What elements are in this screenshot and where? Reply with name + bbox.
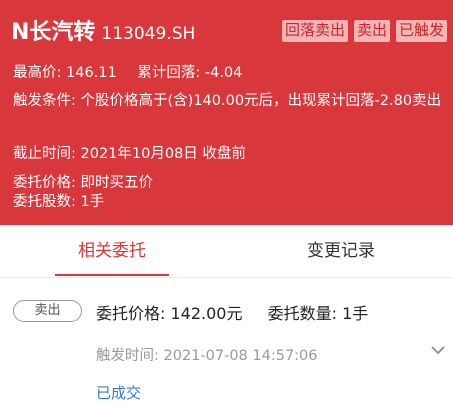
deadline: 截止时间: 2021年10月08日 收盘前 bbox=[13, 145, 246, 163]
title-row: N长汽转 113049.SH bbox=[11, 14, 195, 46]
trigger-time: 触发时间: 2021-07-08 14:57:06 bbox=[96, 344, 318, 365]
trigger-condition: 触发条件: 个股价格高于(含)140.00元后，出现累计回落-2.80卖出 bbox=[13, 92, 445, 111]
tab-related-orders[interactable]: 相关委托 bbox=[0, 225, 224, 277]
condition-text: 个股价格高于(含)140.00元后，出现累计回落-2.80卖出 bbox=[80, 93, 442, 109]
chevron-down-icon[interactable] bbox=[428, 342, 448, 358]
stock-code: 113049.SH bbox=[101, 24, 196, 44]
order-record[interactable]: 卖出 委托价格: 142.00元 委托数量: 1手 触发时间: 2021-07-… bbox=[0, 278, 453, 409]
tab-change-log[interactable]: 变更记录 bbox=[229, 225, 453, 277]
order-price: 委托价格: 即时买五价 bbox=[13, 174, 153, 192]
high-label: 最高价: bbox=[13, 65, 62, 81]
active-tab-indicator bbox=[55, 274, 169, 276]
tab-bar: 相关委托 变更记录 bbox=[0, 225, 453, 277]
order-qty: 委托股数: 1手 bbox=[13, 193, 104, 211]
status-tags: 回落卖出 卖出 已触发 bbox=[281, 20, 447, 42]
order-qty-value: 1手 bbox=[80, 194, 105, 210]
record-summary: 委托价格: 142.00元 委托数量: 1手 bbox=[96, 300, 368, 324]
fill-status-link[interactable]: 已成交 bbox=[96, 382, 141, 403]
stock-name: N长汽转 bbox=[11, 20, 96, 45]
side-badge: 卖出 bbox=[13, 300, 82, 322]
deadline-value: 2021年10月08日 收盘前 bbox=[80, 146, 246, 162]
tag-status: 已触发 bbox=[395, 20, 447, 42]
tag-strategy: 回落卖出 bbox=[281, 20, 348, 42]
trigger-time-label: 触发时间: bbox=[96, 348, 159, 364]
record-price-label: 委托价格: bbox=[96, 304, 166, 323]
trigger-time-value: 2021-07-08 14:57:06 bbox=[163, 348, 318, 364]
retrace-value: -4.04 bbox=[204, 65, 243, 81]
retrace-label: 累计回落: bbox=[137, 65, 201, 81]
deadline-label: 截止时间: bbox=[13, 146, 76, 162]
record-price-value: 142.00元 bbox=[170, 304, 243, 323]
price-summary: 最高价: 146.11 累计回落: -4.04 bbox=[13, 64, 242, 82]
condition-label: 触发条件: bbox=[13, 93, 76, 109]
record-qty-label: 委托数量: bbox=[267, 304, 337, 323]
high-value: 146.11 bbox=[66, 65, 117, 81]
order-price-label: 委托价格: bbox=[13, 175, 76, 191]
tag-side: 卖出 bbox=[353, 20, 390, 42]
order-qty-label: 委托股数: bbox=[13, 194, 76, 210]
order-header: N长汽转 113049.SH 回落卖出 卖出 已触发 最高价: 146.11 累… bbox=[0, 0, 453, 225]
order-price-value: 即时买五价 bbox=[80, 175, 154, 191]
record-qty-value: 1手 bbox=[342, 304, 369, 323]
